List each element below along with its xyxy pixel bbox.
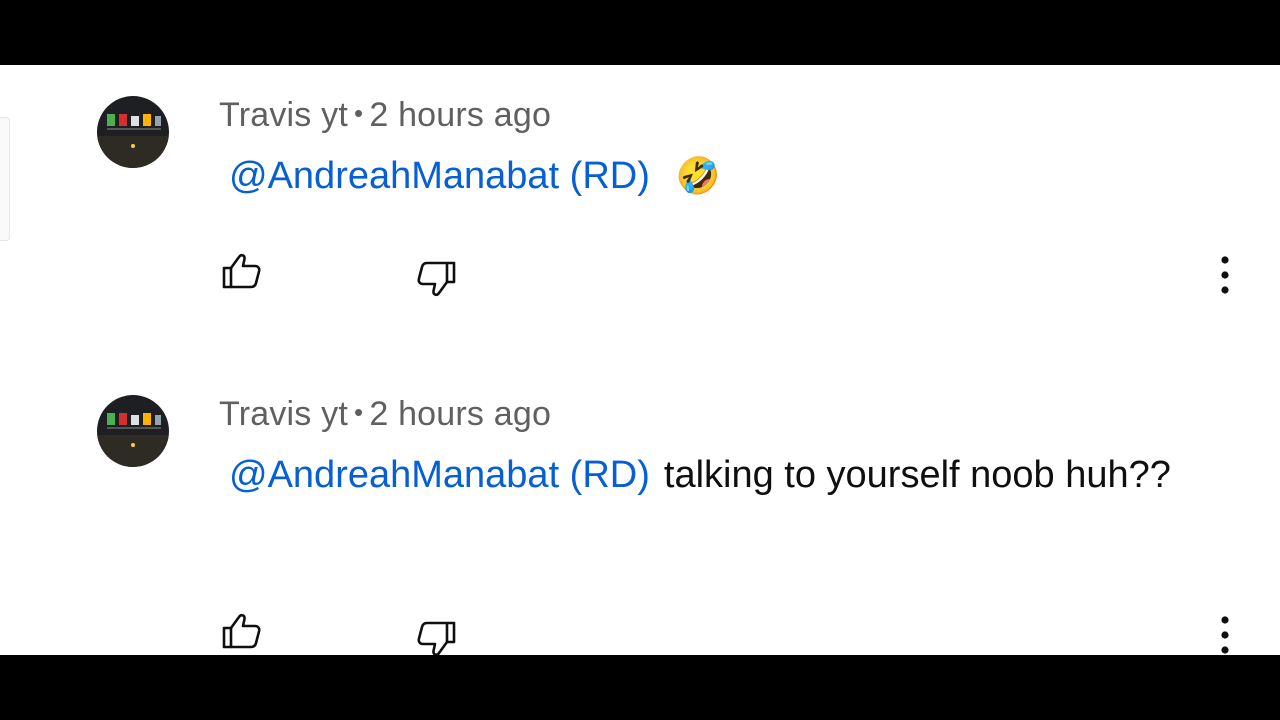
comments-screen: Travis yt • 2 hours ago @AndreahManabat (R… xyxy=(0,65,1280,655)
comment-body-text: talking to yourself noob huh?? xyxy=(663,454,1171,496)
comment-meta: Travis yt • 2 hours ago xyxy=(219,395,551,434)
mention-link[interactable]: @AndreahManabat (RD) xyxy=(229,454,650,496)
author-name[interactable]: Travis yt xyxy=(219,96,348,134)
comment-time[interactable]: 2 hours ago xyxy=(369,395,551,433)
meta-separator: • xyxy=(354,397,364,427)
comment-text: @AndreahManabat (RD) talking to yourself … xyxy=(219,444,1209,506)
meta-separator: • xyxy=(354,98,364,128)
avatar-image xyxy=(97,96,169,168)
like-button[interactable] xyxy=(220,249,264,293)
more-vert-icon xyxy=(1221,616,1229,654)
letterbox-top xyxy=(0,0,1280,65)
comment-meta: Travis yt • 2 hours ago xyxy=(219,96,551,135)
thumbs-down-icon xyxy=(417,261,456,297)
dislike-button[interactable] xyxy=(414,617,458,655)
avatar[interactable] xyxy=(97,96,169,168)
more-vert-icon xyxy=(1221,256,1229,294)
like-button[interactable] xyxy=(220,609,264,653)
mention-link[interactable]: @AndreahManabat (RD) xyxy=(229,155,650,197)
thumbs-up-icon xyxy=(222,613,261,649)
letterbox-bottom xyxy=(0,655,1280,720)
comment-text: @AndreahManabat (RD) 🤣 xyxy=(219,145,1209,208)
more-options-button[interactable] xyxy=(1212,253,1238,297)
avatar[interactable] xyxy=(97,395,169,467)
thumbs-down-icon xyxy=(417,621,456,655)
side-panel-edge xyxy=(0,117,10,241)
dislike-button[interactable] xyxy=(414,257,458,301)
avatar-image xyxy=(97,395,169,467)
emoji-rofl: 🤣 xyxy=(675,156,721,197)
more-options-button[interactable] xyxy=(1212,613,1238,655)
comment-time[interactable]: 2 hours ago xyxy=(369,96,551,134)
author-name[interactable]: Travis yt xyxy=(219,395,348,433)
thumbs-up-icon xyxy=(222,253,261,289)
